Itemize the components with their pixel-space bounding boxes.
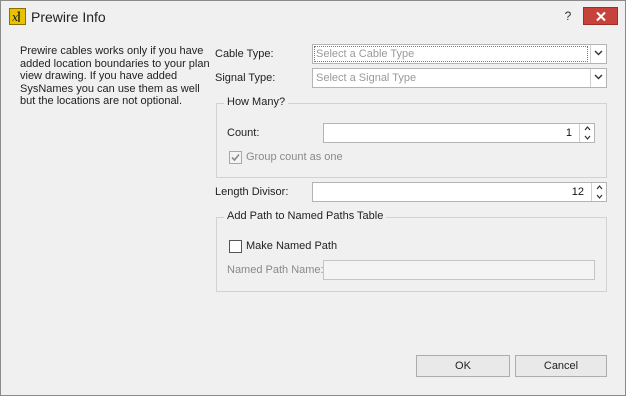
cable-type-placeholder: Select a Cable Type: [316, 48, 415, 60]
help-button[interactable]: ?: [558, 6, 578, 26]
chevron-down-icon: [584, 135, 590, 140]
make-named-path-label: Make Named Path: [246, 240, 338, 252]
group-count-label: Group count as one: [246, 151, 343, 163]
how-many-title: How Many?: [224, 96, 289, 108]
named-path-name-label: Named Path Name:: [227, 264, 324, 276]
chevron-down-icon: [594, 50, 603, 56]
length-divisor-spinbox[interactable]: 12: [312, 182, 607, 202]
count-spinbox[interactable]: 1: [323, 123, 595, 143]
count-increment-button[interactable]: [580, 124, 594, 133]
cable-type-label: Cable Type:: [215, 48, 274, 60]
close-icon: [595, 11, 606, 22]
count-value: 1: [565, 127, 572, 139]
signal-type-select[interactable]: Select a Signal Type: [312, 68, 607, 88]
chevron-up-icon: [584, 126, 590, 131]
title-bar[interactable]: x Prewire Info ?: [1, 1, 625, 31]
app-logo-icon: x: [9, 8, 26, 25]
length-divisor-value: 12: [571, 186, 584, 198]
cable-type-select[interactable]: Select a Cable Type: [312, 44, 607, 64]
length-divisor-label: Length Divisor:: [215, 186, 289, 198]
cable-type-dropdown-button[interactable]: [590, 45, 606, 63]
count-spin-buttons: [579, 124, 594, 142]
prewire-info-dialog: x Prewire Info ? Prewire cables works on…: [0, 0, 626, 396]
signal-type-placeholder: Select a Signal Type: [316, 72, 417, 84]
length-divisor-increment-button[interactable]: [592, 183, 606, 192]
count-label: Count:: [227, 127, 260, 139]
named-path-name-input[interactable]: [323, 260, 595, 280]
length-divisor-spin-buttons: [591, 183, 606, 201]
named-path-title: Add Path to Named Paths Table: [224, 210, 387, 222]
ok-button[interactable]: OK: [416, 355, 510, 377]
chevron-down-icon: [594, 74, 603, 80]
checkmark-icon: [231, 153, 240, 162]
named-path-group: [216, 217, 607, 292]
description-text: Prewire cables works only if you have ad…: [20, 45, 210, 107]
cancel-button[interactable]: Cancel: [515, 355, 607, 377]
group-count-checkbox[interactable]: [229, 151, 242, 164]
chevron-down-icon: [596, 194, 602, 199]
chevron-up-icon: [596, 185, 602, 190]
count-decrement-button[interactable]: [580, 133, 594, 142]
signal-type-label: Signal Type:: [215, 72, 276, 84]
signal-type-dropdown-button[interactable]: [590, 69, 606, 87]
window-title: Prewire Info: [31, 9, 106, 25]
svg-text:x: x: [12, 11, 19, 24]
make-named-path-checkbox[interactable]: [229, 240, 242, 253]
close-button[interactable]: [583, 7, 618, 25]
length-divisor-decrement-button[interactable]: [592, 192, 606, 201]
